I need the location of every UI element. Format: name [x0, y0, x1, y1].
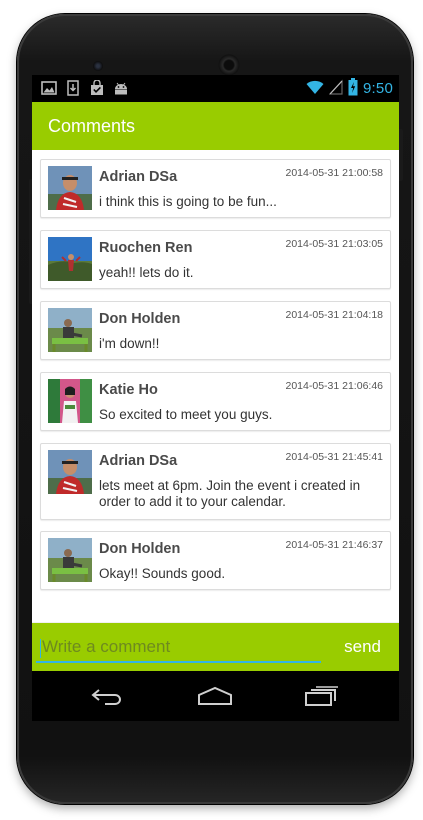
- comment-author: Adrian DSa: [99, 453, 178, 469]
- image-icon: [41, 80, 57, 96]
- comment-text: lets meet at 6pm. Join the event i creat…: [99, 478, 361, 509]
- status-bar: 9:50: [32, 75, 399, 102]
- comment-list[interactable]: Adrian DSa 2014-05-31 21:00:58 i think t…: [32, 150, 399, 622]
- status-time: 9:50: [363, 80, 393, 97]
- comment-text: Okay!! Sounds good.: [99, 566, 226, 581]
- signal-icon: [328, 79, 343, 98]
- avatar: [48, 166, 92, 210]
- avatar: [48, 538, 92, 582]
- comment-timestamp: 2014-05-31 21:46:37: [285, 539, 384, 551]
- home-icon[interactable]: [195, 682, 235, 710]
- android-icon: [113, 80, 129, 96]
- comment-author: Don Holden: [99, 541, 181, 557]
- bag-check-icon: [89, 80, 105, 96]
- comment-card[interactable]: Don Holden 2014-05-31 21:04:18 i'm down!…: [40, 301, 391, 360]
- battery-charging-icon: [348, 78, 358, 99]
- comment-card[interactable]: Adrian DSa 2014-05-31 21:45:41 lets meet…: [40, 443, 391, 520]
- comment-text: yeah!! lets do it.: [99, 265, 194, 280]
- avatar: [48, 379, 92, 423]
- comment-author: Adrian DSa: [99, 169, 178, 185]
- action-bar: Comments: [32, 102, 399, 150]
- comment-card[interactable]: Don Holden 2014-05-31 21:46:37 Okay!! So…: [40, 531, 391, 590]
- comment-timestamp: 2014-05-31 21:00:58: [285, 167, 384, 179]
- avatar: [48, 308, 92, 352]
- navigation-bar: [32, 671, 399, 721]
- comment-timestamp: 2014-05-31 21:04:18: [285, 309, 384, 321]
- comment-card[interactable]: Adrian DSa 2014-05-31 21:00:58 i think t…: [40, 159, 391, 218]
- comment-card[interactable]: Katie Ho 2014-05-31 21:06:46 So excited …: [40, 372, 391, 431]
- recents-icon[interactable]: [302, 682, 342, 710]
- comment-text: So excited to meet you guys.: [99, 407, 273, 422]
- comment-input[interactable]: [36, 633, 321, 663]
- comment-timestamp: 2014-05-31 21:06:46: [285, 380, 384, 392]
- back-icon[interactable]: [88, 682, 128, 710]
- page-title: Comments: [48, 116, 136, 136]
- avatar: [48, 237, 92, 281]
- comment-text: i think this is going to be fun...: [99, 194, 277, 209]
- text-cursor: [40, 639, 41, 658]
- comment-text: i'm down!!: [99, 336, 160, 351]
- avatar: [48, 450, 92, 494]
- comment-timestamp: 2014-05-31 21:03:05: [285, 238, 384, 250]
- download-icon: [65, 80, 81, 96]
- comment-author: Ruochen Ren: [99, 240, 193, 256]
- comment-author: Don Holden: [99, 311, 181, 327]
- comment-card[interactable]: Ruochen Ren 2014-05-31 21:03:05 yeah!! l…: [40, 230, 391, 289]
- comment-composer: send: [32, 623, 399, 671]
- comment-author: Katie Ho: [99, 382, 158, 398]
- front-camera: [93, 61, 103, 71]
- earpiece-speaker: [218, 54, 240, 76]
- send-button[interactable]: send: [344, 637, 381, 657]
- comment-timestamp: 2014-05-31 21:45:41: [285, 451, 384, 463]
- app-screen: 9:50 Comments Adrian DSa 2014-05-31 21:0…: [32, 75, 399, 671]
- wifi-icon: [306, 79, 324, 98]
